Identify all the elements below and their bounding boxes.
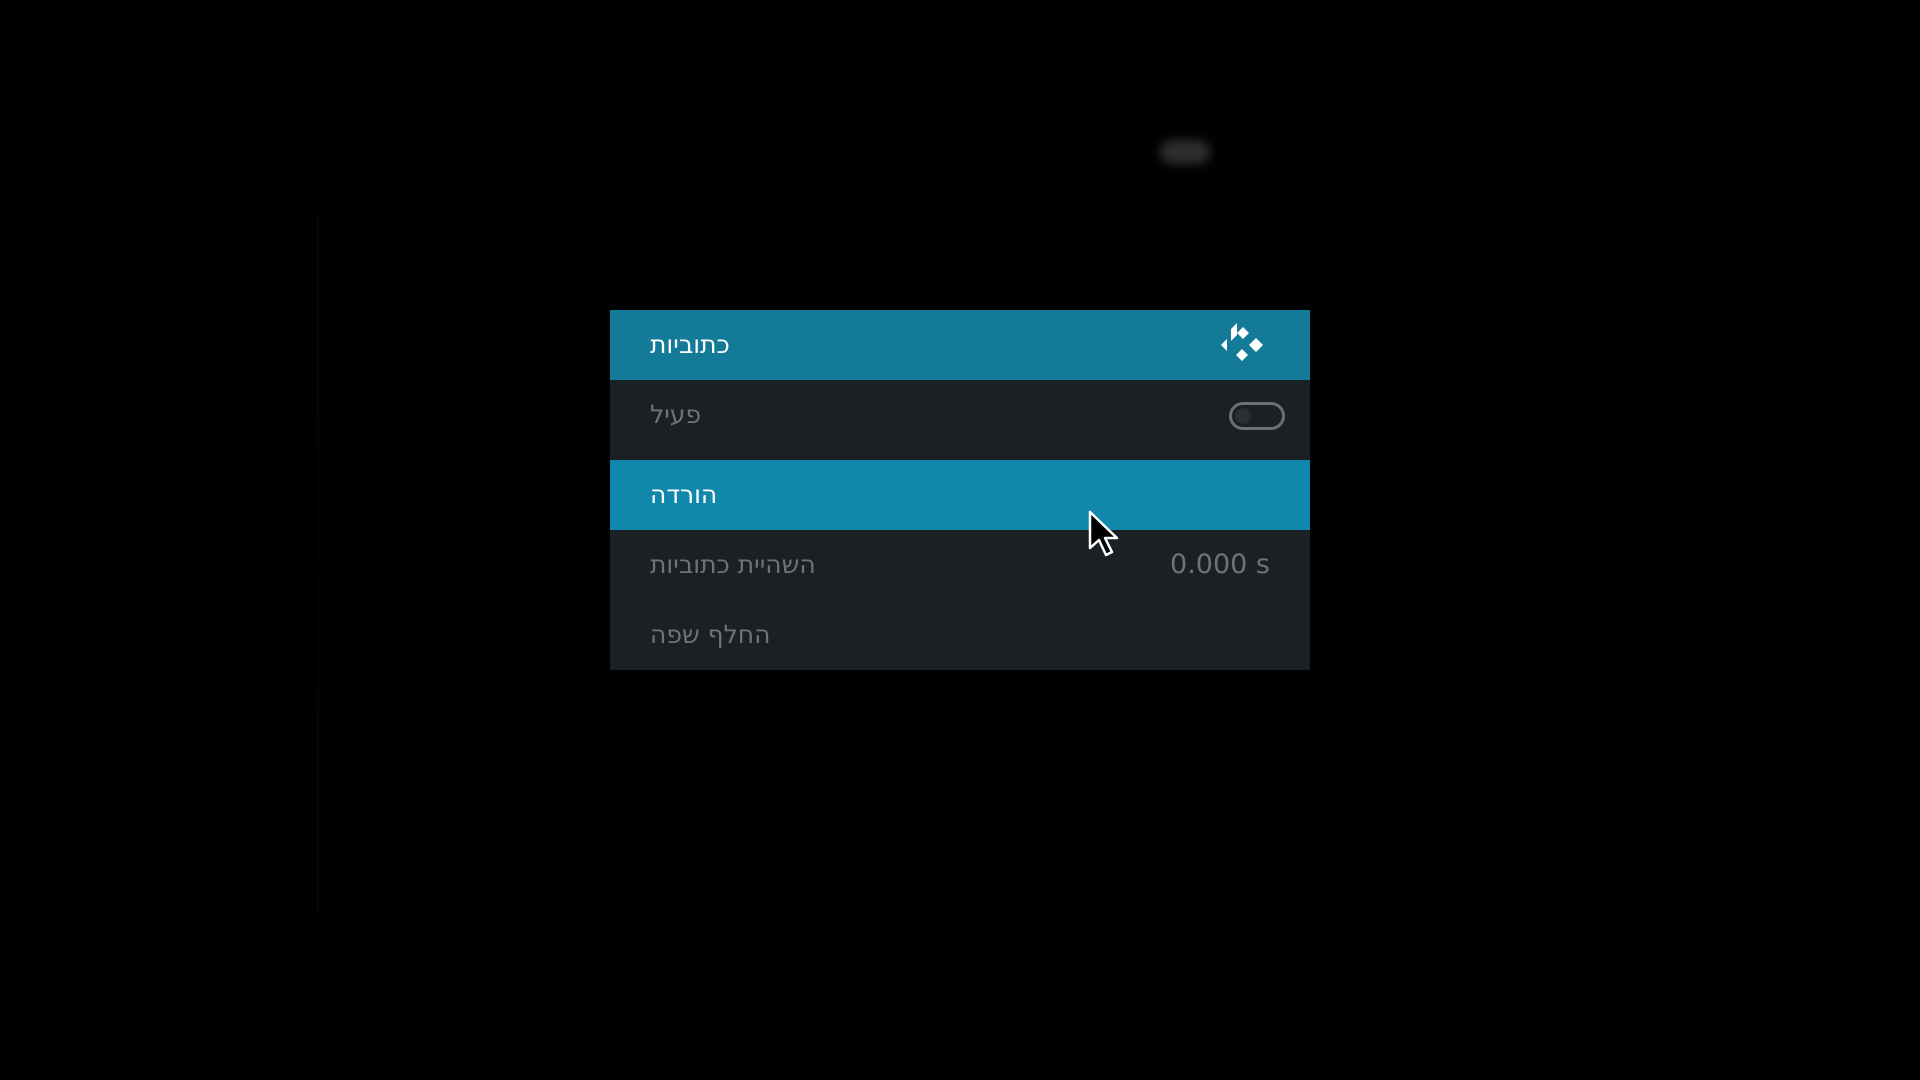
enabled-toggle[interactable] — [1229, 402, 1285, 430]
menu-item-label: הורדה — [650, 480, 718, 509]
kodi-logo-icon — [1221, 323, 1263, 361]
toggle-knob — [1235, 408, 1251, 424]
menu-item-download[interactable]: הורדה — [610, 460, 1310, 530]
background-remnant — [316, 215, 319, 915]
menu-item-label: פעיל — [650, 400, 702, 429]
dialog-title: כתוביות — [650, 330, 730, 359]
subtitle-delay-value: 0.000 s — [1170, 549, 1270, 580]
menu-item-change-language[interactable]: החלף שפה — [610, 600, 1310, 670]
menu-item-subtitle-delay[interactable]: השהיית כתוביות 0.000 s — [610, 530, 1310, 600]
menu-item-enabled[interactable]: פעיל — [610, 380, 1310, 450]
background-blur — [1160, 140, 1210, 164]
mouse-pointer-icon — [1088, 510, 1119, 557]
menu-item-label: החלף שפה — [650, 620, 771, 649]
menu-item-label: השהיית כתוביות — [650, 550, 816, 579]
screen: כתוביות פעיל הורדה השהיית כתוביות 0.000 … — [0, 0, 1920, 1080]
subtitles-dialog: כתוביות פעיל הורדה השהיית כתוביות 0.000 … — [610, 310, 1310, 670]
dialog-header: כתוביות — [610, 310, 1310, 380]
